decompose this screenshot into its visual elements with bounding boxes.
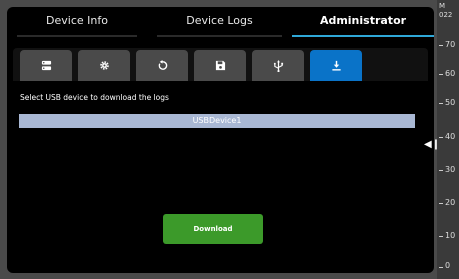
- scale-label: 40: [445, 132, 456, 141]
- tab-device-info-label: Device Info: [46, 14, 108, 27]
- restore-button[interactable]: [136, 50, 188, 81]
- tab-device-info[interactable]: Device Info: [7, 7, 147, 37]
- scale-label: 30: [445, 165, 456, 174]
- download-logs-button[interactable]: [310, 50, 362, 81]
- save-icon: [215, 60, 225, 71]
- scale-label: 70: [445, 40, 456, 49]
- top-tab-bar: Device Info Device Logs Administrator: [7, 7, 434, 37]
- scale-header: M 022: [439, 2, 452, 20]
- scale-label: 10: [445, 231, 456, 240]
- gear-icon: [99, 61, 109, 70]
- scale-label: 0: [445, 261, 451, 270]
- scale-tick: [439, 103, 443, 104]
- admin-panel: Select USB device to download the logs U…: [13, 48, 428, 269]
- scale-tick: [439, 267, 443, 268]
- scale-tick: [439, 236, 443, 237]
- scale-tick: [439, 203, 443, 204]
- save-button[interactable]: [194, 50, 246, 81]
- server-icon: [41, 60, 51, 71]
- server-button[interactable]: [20, 50, 72, 81]
- scale-label: 50: [445, 98, 456, 107]
- settings-button[interactable]: [78, 50, 130, 81]
- select-device-prompt: Select USB device to download the logs: [20, 93, 169, 102]
- scale-tick: [439, 45, 443, 46]
- download-content: Select USB device to download the logs U…: [13, 81, 428, 269]
- tab-administrator[interactable]: Administrator: [292, 7, 434, 37]
- scale-tick: [439, 137, 443, 138]
- scale-label: 60: [445, 69, 456, 78]
- right-scale-strip: M 022 70 60 50 40 30 20 10 0: [437, 0, 459, 279]
- usb-button[interactable]: [252, 50, 304, 81]
- tab-device-logs-underline: [157, 35, 282, 37]
- tab-device-logs[interactable]: Device Logs: [147, 7, 292, 37]
- tab-administrator-underline: [292, 35, 434, 37]
- scale-tick: [439, 74, 443, 75]
- download-icon: [331, 60, 341, 71]
- screen: Device Info Device Logs Administrator Se…: [7, 7, 434, 273]
- tab-device-logs-label: Device Logs: [186, 14, 253, 27]
- scale-header-line1: M: [439, 2, 446, 10]
- tab-administrator-label: Administrator: [319, 14, 407, 27]
- usb-device-row[interactable]: USBDevice1: [19, 114, 415, 128]
- download-button[interactable]: Download: [163, 214, 263, 244]
- scale-header-line2: 022: [439, 11, 453, 19]
- usb-icon: [273, 59, 283, 72]
- restore-icon: [158, 60, 167, 70]
- scale-label: 20: [445, 198, 456, 207]
- scale-tick: [439, 170, 443, 171]
- tab-device-info-underline: [17, 35, 137, 37]
